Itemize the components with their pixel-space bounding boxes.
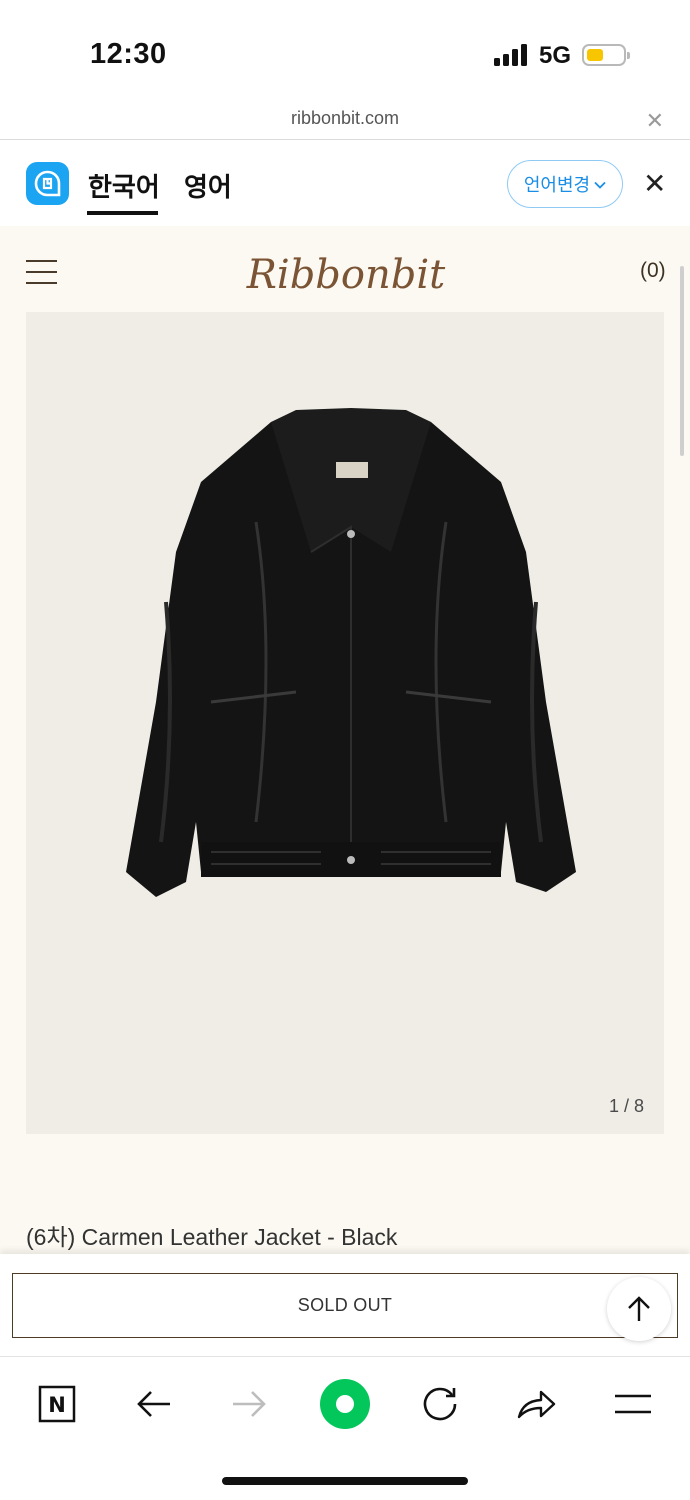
hamburger-icon[interactable] — [26, 260, 57, 284]
translate-bar: 한국어 영어 언어변경 ✕ — [0, 141, 690, 226]
product-title: (6차) Carmen Leather Jacket - Black — [26, 1224, 398, 1250]
image-counter-total: 8 — [633, 1096, 644, 1116]
chevron-down-icon — [594, 181, 606, 189]
battery-cap — [627, 52, 630, 59]
site-content: Ribbonbit (0) 1 / 8 (6차) Carmen Leather … — [0, 226, 690, 1254]
selected-tab-indicator — [87, 211, 158, 215]
papago-icon[interactable] — [26, 162, 69, 205]
change-language-button[interactable]: 언어변경 — [507, 160, 623, 208]
refresh-icon[interactable] — [415, 1379, 465, 1429]
scroll-top-button[interactable] — [607, 1277, 671, 1341]
ribbonbit-logo[interactable]: Ribbonbit — [246, 232, 446, 312]
url-bar[interactable]: ribbonbit.com ✕ — [0, 100, 690, 140]
share-icon[interactable] — [512, 1379, 562, 1429]
sold-out-button[interactable]: SOLD OUT — [12, 1273, 678, 1338]
network-type: 5G — [539, 42, 572, 69]
image-counter-separator: / — [618, 1096, 634, 1116]
close-icon[interactable]: ✕ — [646, 108, 664, 134]
page-scrollbar[interactable] — [680, 266, 684, 456]
translate-close-icon[interactable]: ✕ — [643, 167, 666, 200]
tab-english[interactable]: 영어 — [184, 167, 232, 204]
jacket-image — [126, 408, 576, 897]
battery-level-fill — [587, 49, 603, 61]
tab-korean[interactable]: 한국어 — [88, 167, 160, 204]
cart-count[interactable]: (0) — [640, 259, 666, 283]
home-indicator[interactable] — [222, 1477, 468, 1485]
purchase-bar: SOLD OUT — [0, 1254, 690, 1356]
signal-strength-icon — [494, 44, 528, 66]
back-arrow-icon[interactable] — [129, 1379, 179, 1429]
status-bar: 12:30 5G — [0, 0, 690, 100]
change-language-label: 언어변경 — [523, 175, 591, 195]
green-dot-icon[interactable] — [320, 1379, 370, 1429]
product-image[interactable]: 1 / 8 — [26, 312, 664, 1134]
image-counter: 1 / 8 — [609, 1096, 644, 1117]
arrow-up-icon — [628, 1296, 650, 1321]
image-counter-current: 1 — [608, 1096, 619, 1116]
menu-icon[interactable] — [608, 1379, 658, 1429]
logo-text: Ribbonbit — [246, 252, 446, 298]
naver-home-label: N — [48, 1393, 66, 1417]
battery-icon — [582, 44, 630, 66]
naver-home-icon[interactable]: N — [32, 1379, 82, 1429]
status-time: 12:30 — [90, 38, 167, 70]
url-text[interactable]: ribbonbit.com — [0, 108, 690, 129]
browser-toolbar: N — [0, 1356, 690, 1500]
forward-arrow-icon[interactable] — [224, 1379, 274, 1429]
